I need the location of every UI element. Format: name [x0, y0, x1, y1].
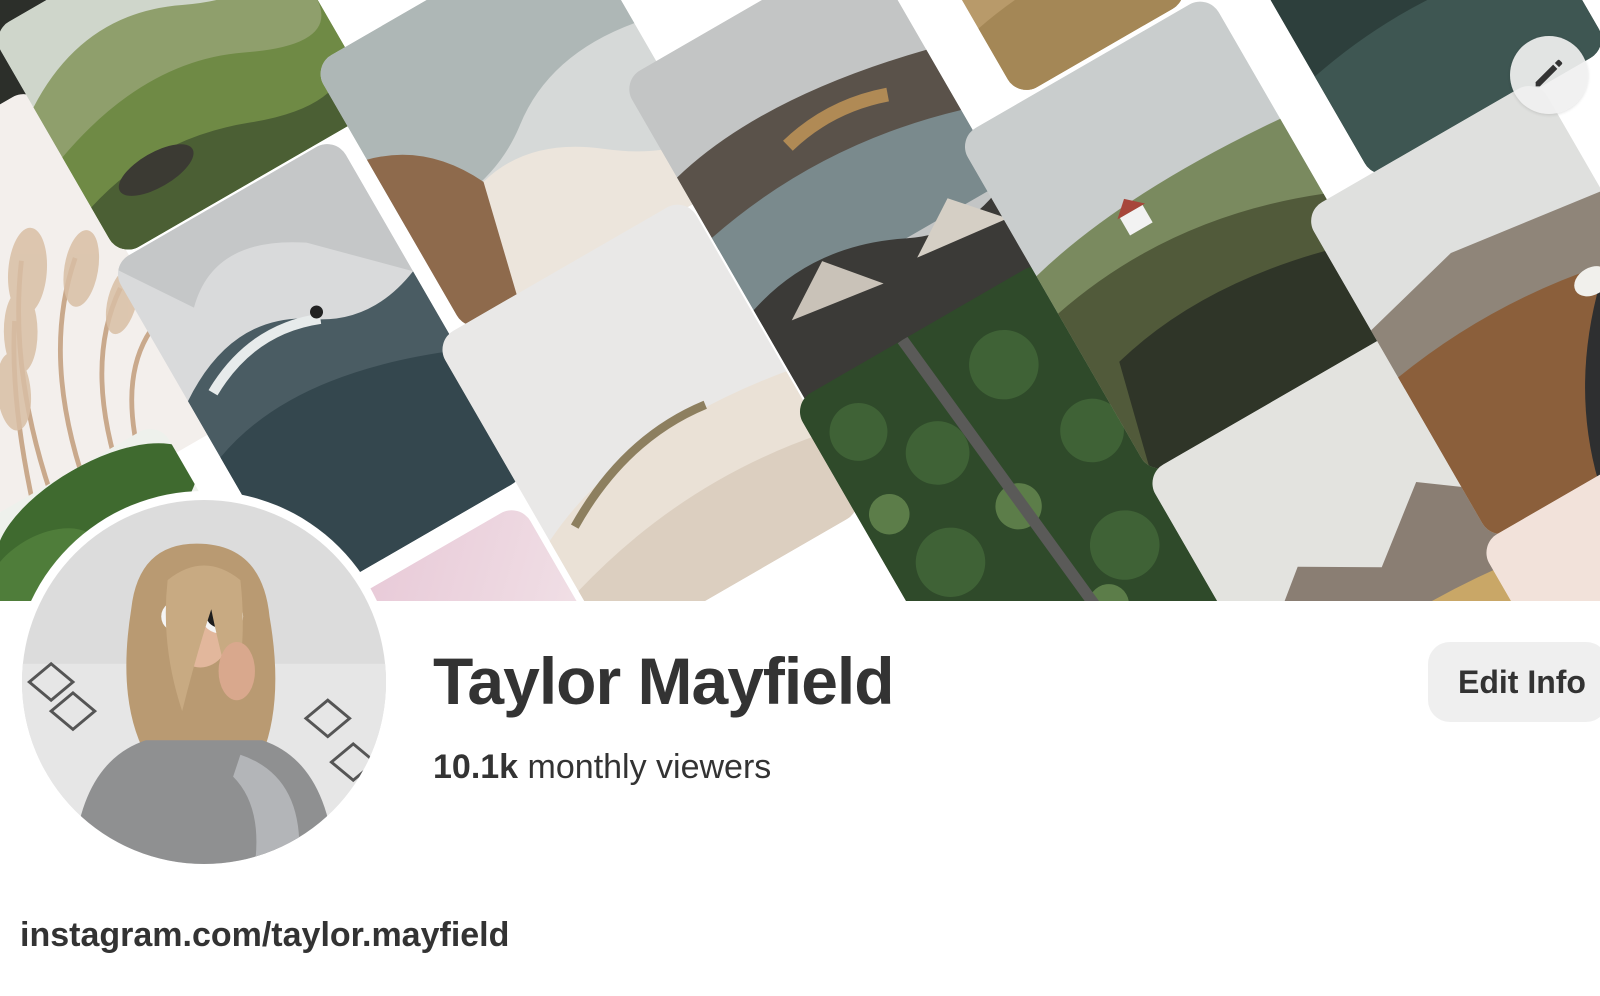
monthly-viewers: 10.1k monthly viewers [433, 748, 771, 787]
avatar-frame [13, 491, 395, 873]
profile-name: Taylor Mayfield [433, 644, 895, 718]
website-link[interactable]: instagram.com/taylor.mayfield [20, 916, 509, 955]
viewers-count: 10.1k [433, 748, 519, 786]
pencil-icon [1529, 53, 1569, 98]
viewers-label: monthly viewers [527, 748, 772, 786]
edit-cover-button[interactable] [1510, 36, 1588, 114]
edit-info-button[interactable]: Edit Info [1428, 642, 1600, 722]
avatar[interactable] [22, 500, 386, 864]
